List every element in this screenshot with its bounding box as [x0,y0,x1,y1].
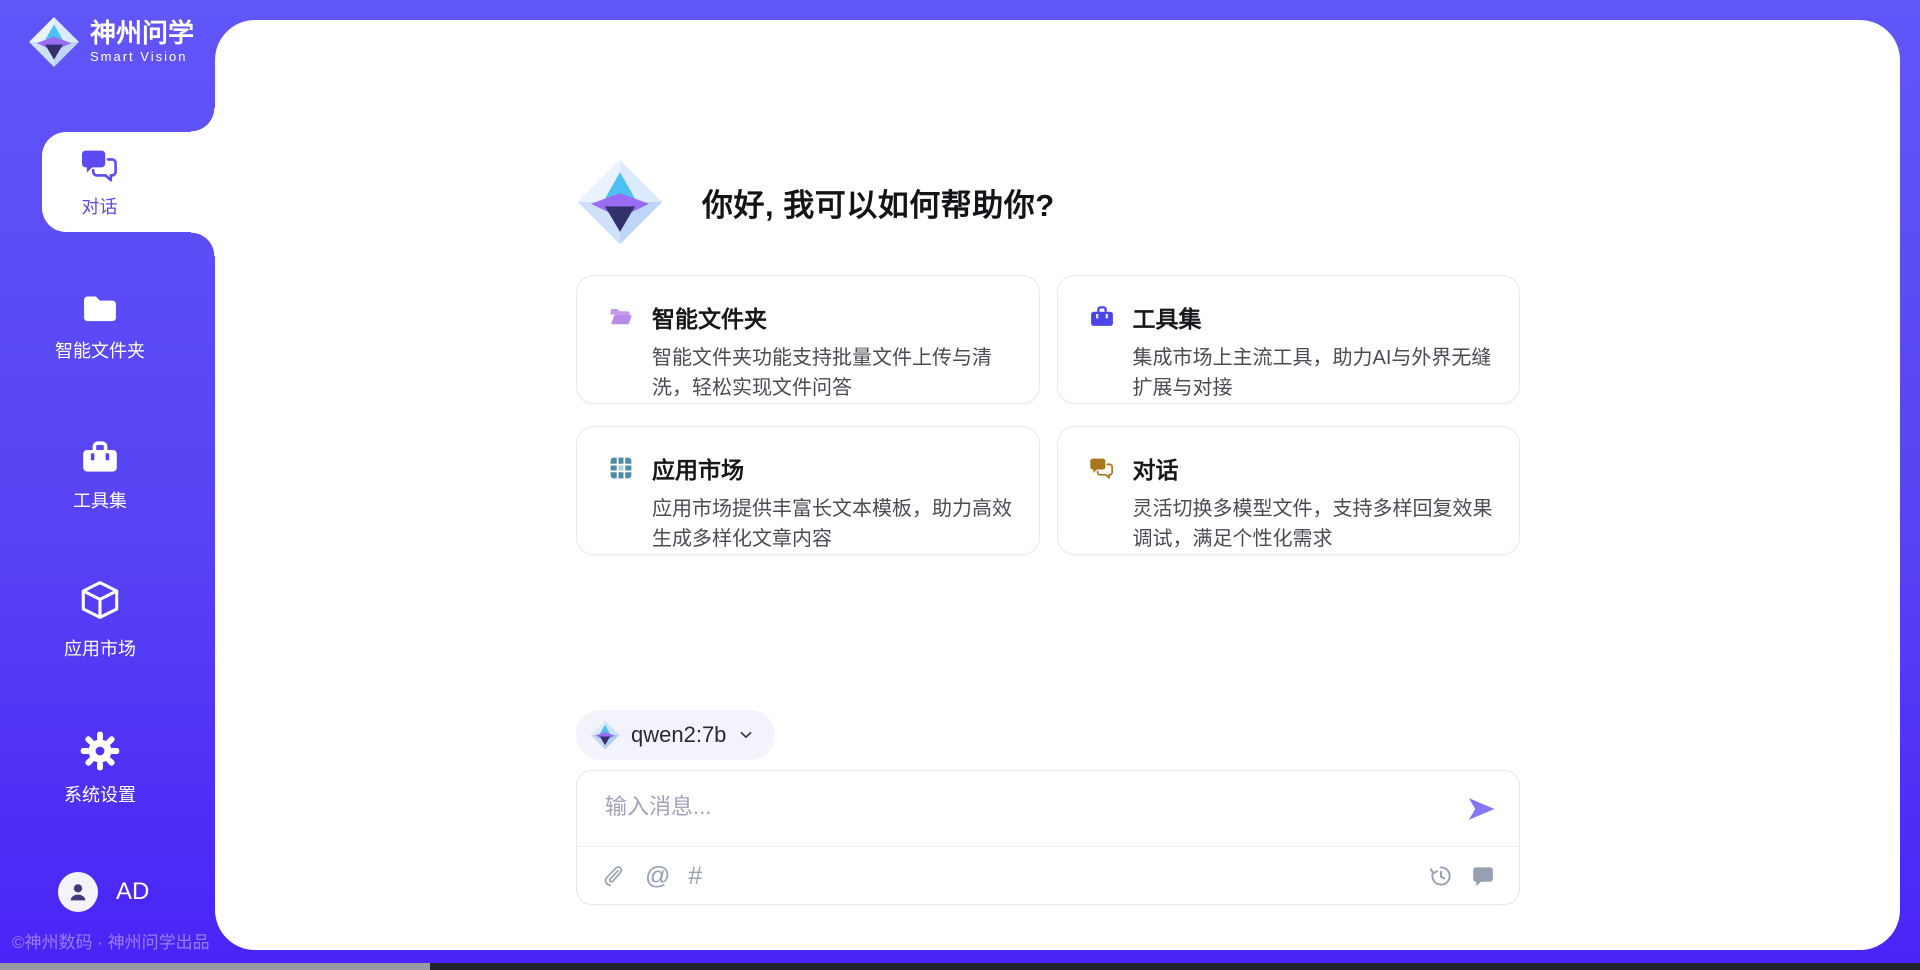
sidebar-item-label: 智能文件夹 [55,337,145,363]
card-smart-folder[interactable]: 智能文件夹 智能文件夹功能支持批量文件上传与清洗，轻松实现文件问答 [576,275,1040,404]
chat-square-icon[interactable] [1471,864,1495,888]
message-composer: @ # [576,770,1520,905]
card-app-market[interactable]: 应用市场 应用市场提供丰富长文本模板，助力高效生成多样化文章内容 [576,426,1040,555]
scrollbar-thumb[interactable] [0,963,430,970]
feature-cards: 智能文件夹 智能文件夹功能支持批量文件上传与清洗，轻松实现文件问答 工具集 集成… [576,275,1520,555]
toolbox-icon [78,438,122,478]
hero: 你好, 我可以如何帮助你? [576,158,1055,246]
paperclip-icon[interactable] [603,864,627,888]
card-title: 智能文件夹 [652,300,767,334]
sidebar: 神州问学 Smart Vision 对话 智能文件夹 工具集 应用市场 [0,0,215,970]
sidebar-item-smart-folder[interactable]: 智能文件夹 [0,290,200,363]
brand: 神州问学 Smart Vision [28,16,194,68]
horizontal-scrollbar[interactable] [0,963,1920,970]
sidebar-item-label: 应用市场 [64,635,136,661]
sidebar-item-toolset[interactable]: 工具集 [0,438,200,513]
sidebar-item-chat[interactable]: 对话 [42,132,157,232]
history-icon[interactable] [1429,864,1453,888]
card-description: 集成市场上主流工具，助力AI与外界无缝扩展与对接 [1133,343,1494,403]
composer-toolbar: @ # [603,847,1495,905]
card-chat[interactable]: 对话 灵活切换多模型文件，支持多样回复效果调试，满足个性化需求 [1057,426,1521,555]
copyright-footer: ©神州数码 · 神州问学出品 [12,928,212,953]
message-input[interactable] [603,787,1457,843]
hero-logo-icon [576,158,664,246]
card-title: 对话 [1133,451,1179,485]
gear-icon [78,730,122,772]
card-toolset[interactable]: 工具集 集成市场上主流工具，助力AI与外界无缝扩展与对接 [1057,275,1521,404]
send-icon[interactable] [1465,793,1497,825]
hash-icon[interactable]: # [688,864,702,889]
sidebar-item-app-market[interactable]: 应用市场 [0,578,200,661]
person-icon [65,879,91,905]
avatar [58,872,98,912]
sidebar-item-settings[interactable]: 系统设置 [0,730,200,807]
model-selector[interactable]: qwen2:7b [576,710,775,760]
greeting-text: 你好, 我可以如何帮助你? [702,180,1055,225]
card-title: 应用市场 [652,451,744,485]
card-description: 灵活切换多模型文件，支持多样回复效果调试，满足个性化需求 [1133,494,1494,554]
sidebar-item-label: 对话 [82,193,118,219]
cube-icon [78,578,122,626]
chevron-down-icon [737,726,755,744]
model-name: qwen2:7b [631,722,726,748]
toolbox-icon [1088,304,1116,330]
app-tagline: Smart Vision [90,49,194,64]
chat-icon [1088,455,1116,481]
folder-icon [78,290,122,328]
sidebar-item-label: 系统设置 [64,781,136,807]
folder-open-icon [607,304,635,330]
sidebar-item-label: 工具集 [73,487,127,513]
card-title: 工具集 [1133,300,1202,334]
model-logo-icon [590,720,620,750]
main-content: 你好, 我可以如何帮助你? 智能文件夹 智能文件夹功能支持批量文件上传与清洗，轻… [215,20,1900,950]
user-account[interactable]: AD [58,872,149,912]
grid-icon [607,455,635,481]
user-name: AD [116,878,149,906]
chat-icon [79,145,121,185]
at-icon[interactable]: @ [645,864,670,889]
card-description: 智能文件夹功能支持批量文件上传与清洗，轻松实现文件问答 [652,343,1013,403]
app-title: 神州问学 [90,20,194,47]
card-description: 应用市场提供丰富长文本模板，助力高效生成多样化文章内容 [652,494,1013,554]
brand-logo-icon [28,16,80,68]
